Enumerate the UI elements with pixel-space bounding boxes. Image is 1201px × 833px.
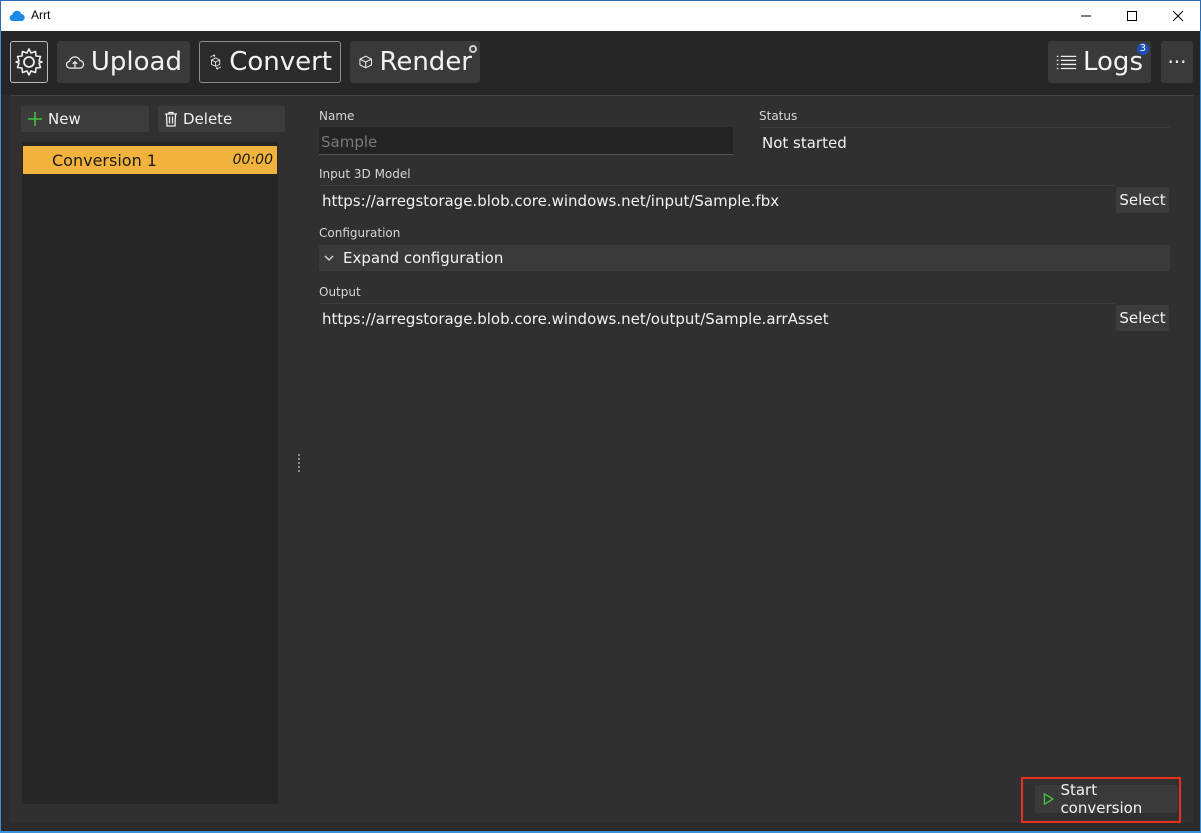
trash-icon: [165, 111, 177, 127]
window-titlebar: Arrt: [0, 0, 1201, 31]
more-options-button[interactable]: ···: [1161, 41, 1193, 83]
play-icon: [1043, 793, 1054, 805]
more-options-label: ···: [1167, 50, 1187, 74]
maximize-icon: [1127, 11, 1137, 21]
conversion-time: 00:00: [232, 152, 273, 168]
status-value: Not started: [762, 134, 847, 152]
new-conversion-button[interactable]: New: [21, 106, 149, 132]
input-select-button[interactable]: Select: [1116, 187, 1169, 213]
plus-icon: [28, 112, 42, 126]
expand-configuration-toggle[interactable]: Expand configuration: [319, 245, 1170, 271]
output-select-button[interactable]: Select: [1116, 305, 1169, 331]
delete-conversion-label: Delete: [183, 110, 233, 128]
name-label: Name: [319, 109, 355, 123]
conversion-name: Conversion 1: [52, 150, 157, 170]
minimize-button[interactable]: [1063, 1, 1109, 31]
chevron-down-icon: [324, 255, 334, 261]
input-model-label: Input 3D Model: [319, 167, 411, 181]
expand-configuration-label: Expand configuration: [343, 249, 504, 267]
status-divider: [759, 127, 1170, 128]
cloud-upload-icon: [65, 56, 85, 69]
pane-splitter[interactable]: [298, 454, 300, 472]
tab-upload[interactable]: Upload: [57, 41, 190, 83]
input-model-value[interactable]: https://arregstorage.blob.core.windows.n…: [322, 192, 779, 210]
minimize-icon: [1081, 15, 1091, 17]
new-conversion-label: New: [48, 110, 81, 128]
conversion-list: Conversion 1 00:00: [22, 142, 278, 804]
list-icon: [1056, 55, 1077, 70]
close-button[interactable]: [1155, 1, 1201, 31]
window-title: Arrt: [31, 8, 51, 22]
configuration-label: Configuration: [319, 226, 401, 240]
app-window: Upload Convert Render Logs 3 ··· New Del…: [0, 31, 1201, 833]
start-conversion-label: Start conversion: [1060, 781, 1143, 817]
tab-upload-label: Upload: [90, 47, 182, 77]
conversion-page: New Delete Conversion 1 00:00 Name Sampl…: [10, 95, 1193, 823]
logs-button[interactable]: Logs 3: [1048, 41, 1151, 83]
input-model-divider: [319, 185, 1115, 186]
name-input[interactable]: Sample: [319, 127, 733, 155]
cloud-icon: [9, 10, 25, 22]
tab-convert[interactable]: Convert: [199, 41, 341, 83]
tab-render-label: Render: [379, 47, 472, 77]
maximize-button[interactable]: [1109, 1, 1155, 31]
output-divider: [319, 303, 1115, 304]
output-value[interactable]: https://arregstorage.blob.core.windows.n…: [322, 310, 829, 328]
delete-conversion-button[interactable]: Delete: [158, 106, 285, 132]
settings-button[interactable]: [10, 41, 48, 83]
close-icon: [1172, 10, 1184, 22]
cube-convert-icon: [210, 54, 222, 70]
tab-convert-label: Convert: [229, 47, 332, 77]
main-toolbar: Upload Convert Render Logs 3 ···: [1, 31, 1200, 95]
start-conversion-button[interactable]: Start conversion: [1035, 781, 1178, 817]
cube-icon: [359, 55, 373, 69]
logs-count-badge: 3: [1136, 43, 1149, 55]
gear-icon: [15, 48, 43, 76]
list-item[interactable]: Conversion 1 00:00: [23, 146, 277, 174]
status-label: Status: [759, 109, 798, 123]
render-status-dot: [469, 45, 477, 53]
tab-render[interactable]: Render: [350, 41, 480, 83]
output-label: Output: [319, 285, 361, 299]
logs-button-label: Logs: [1083, 47, 1143, 77]
